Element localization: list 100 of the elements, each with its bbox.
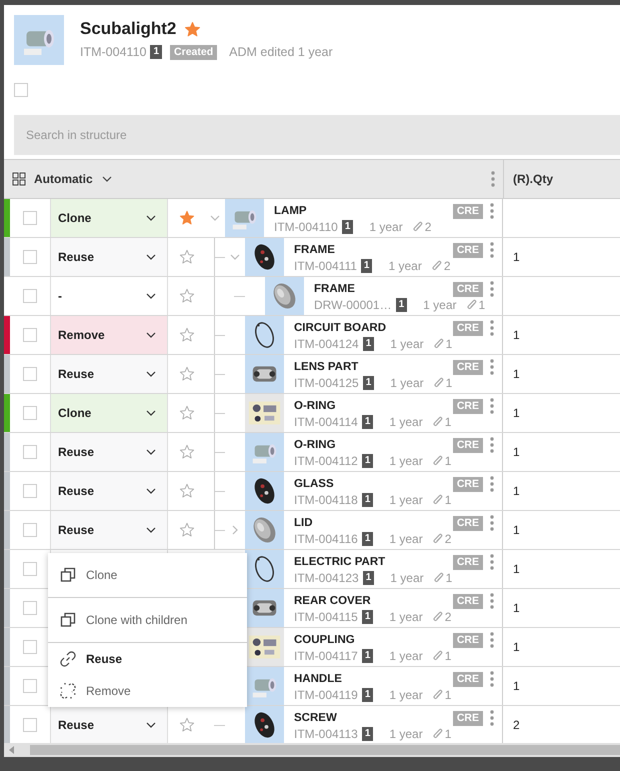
qty-cell-text: 1 [513,444,520,461]
qty-cell-text: 1 [513,483,520,500]
attachment-count: 2 [424,218,432,234]
status-badge: CRE [452,594,483,609]
revision-badge: 1 [362,376,374,390]
item-name[interactable]: REAR COVER [294,594,371,608]
attachment-count: 1 [444,414,452,430]
checkbox[interactable] [23,367,37,381]
star-icon[interactable] [178,327,194,343]
more-icon[interactable] [490,671,494,687]
checkbox[interactable] [23,250,37,264]
more-icon[interactable] [490,437,494,453]
item-name[interactable]: SCREW [294,710,337,726]
item-number: ITM-004115 [294,608,358,624]
action-select[interactable]: Remove [51,316,167,354]
action-select[interactable]: Reuse [51,472,167,510]
more-icon[interactable] [490,242,494,258]
modified-time: 1 year [389,452,423,468]
search-field[interactable]: Search in structure [14,115,620,155]
action-select[interactable]: Clone [51,199,167,237]
star-icon[interactable] [178,717,194,733]
scroll-left-icon[interactable] [8,746,16,754]
checkbox[interactable] [23,718,37,732]
star-icon[interactable] [178,288,194,304]
checkbox[interactable] [23,445,37,459]
checkbox[interactable] [23,211,37,225]
star-icon[interactable] [178,249,194,265]
action-select[interactable]: Reuse [51,238,167,276]
action-select[interactable]: Reuse [51,433,167,471]
paperclip-icon [432,728,443,740]
qty-cell-text: 1 [513,639,520,656]
qty-cell-text: 2 [513,717,520,734]
menu-item[interactable]: Clone with children [48,598,247,642]
checkbox[interactable] [23,523,37,537]
item-number: ITM-004110 [80,44,146,61]
item-name[interactable]: FRAME [294,242,335,258]
item-name[interactable]: GLASS [294,476,334,492]
star-icon[interactable] [178,405,194,421]
star-icon[interactable] [178,210,194,226]
action-select[interactable]: Reuse [51,511,167,549]
more-icon[interactable] [491,170,495,187]
column-header[interactable]: (R).Qty [503,160,620,198]
action-select[interactable]: Clone [51,394,167,432]
item-name[interactable]: LID [294,516,313,530]
star-icon[interactable] [178,522,194,538]
menu-item[interactable]: Reuse [48,643,247,675]
checkbox[interactable] [23,406,37,420]
more-icon[interactable] [490,359,494,375]
checkbox[interactable] [23,328,37,342]
checkbox[interactable] [23,484,37,498]
checkbox[interactable] [14,83,28,97]
attachment-count: 2 [444,608,452,624]
star-icon[interactable] [178,366,194,382]
checkbox[interactable] [23,601,37,615]
checkbox[interactable] [23,562,37,576]
revision-badge: 1 [396,298,408,312]
star-icon[interactable] [178,444,194,460]
view-dropdown[interactable]: Automatic [12,170,113,188]
item-name[interactable]: COUPLING [294,632,355,648]
item-name[interactable]: HANDLE [294,672,342,686]
qty-cell-text: 1 [513,327,520,344]
grid-icon [12,172,26,186]
status-badge: CRE [452,438,483,453]
more-icon[interactable] [490,515,494,531]
more-icon[interactable] [490,593,494,609]
status-badge: CRE [452,516,483,531]
checkbox[interactable] [23,679,37,693]
item-name[interactable]: LAMP [274,204,307,218]
item-name[interactable]: O-RING [294,398,336,414]
qty-cell-text: 1 [513,366,520,383]
horizontal-scrollbar[interactable] [4,743,620,757]
modified-time: 1 year [388,258,422,274]
menu-item[interactable]: Clone [48,553,247,597]
more-icon[interactable] [490,632,494,648]
qty-cell-text: 1 [513,405,520,422]
checkbox[interactable] [23,640,37,654]
paperclip-icon [432,416,443,428]
item-name[interactable]: CIRCUIT BOARD [294,320,386,336]
paperclip-icon [434,376,444,388]
item-name[interactable]: LENS PART [294,360,358,374]
status-badge: CRE [452,243,483,258]
action-select[interactable]: Reuse [51,355,167,393]
more-icon[interactable] [490,710,494,726]
more-icon[interactable] [490,320,494,336]
action-select[interactable]: Reuse [51,706,167,744]
more-icon[interactable] [490,203,494,219]
more-icon[interactable] [490,281,494,297]
item-name[interactable]: ELECTRIC PART [294,554,386,570]
menu-item[interactable]: Remove [48,675,247,707]
item-name[interactable]: FRAME [314,282,355,296]
more-icon[interactable] [490,476,494,492]
paperclip-icon [432,532,443,544]
more-icon[interactable] [490,398,494,414]
more-icon[interactable] [490,554,494,570]
status-badge: CRE [452,711,483,726]
revision-badge: 1 [362,492,374,506]
checkbox[interactable] [23,289,37,303]
item-name[interactable]: O-RING [294,438,336,452]
star-icon[interactable] [184,20,202,38]
star-icon[interactable] [178,483,194,499]
